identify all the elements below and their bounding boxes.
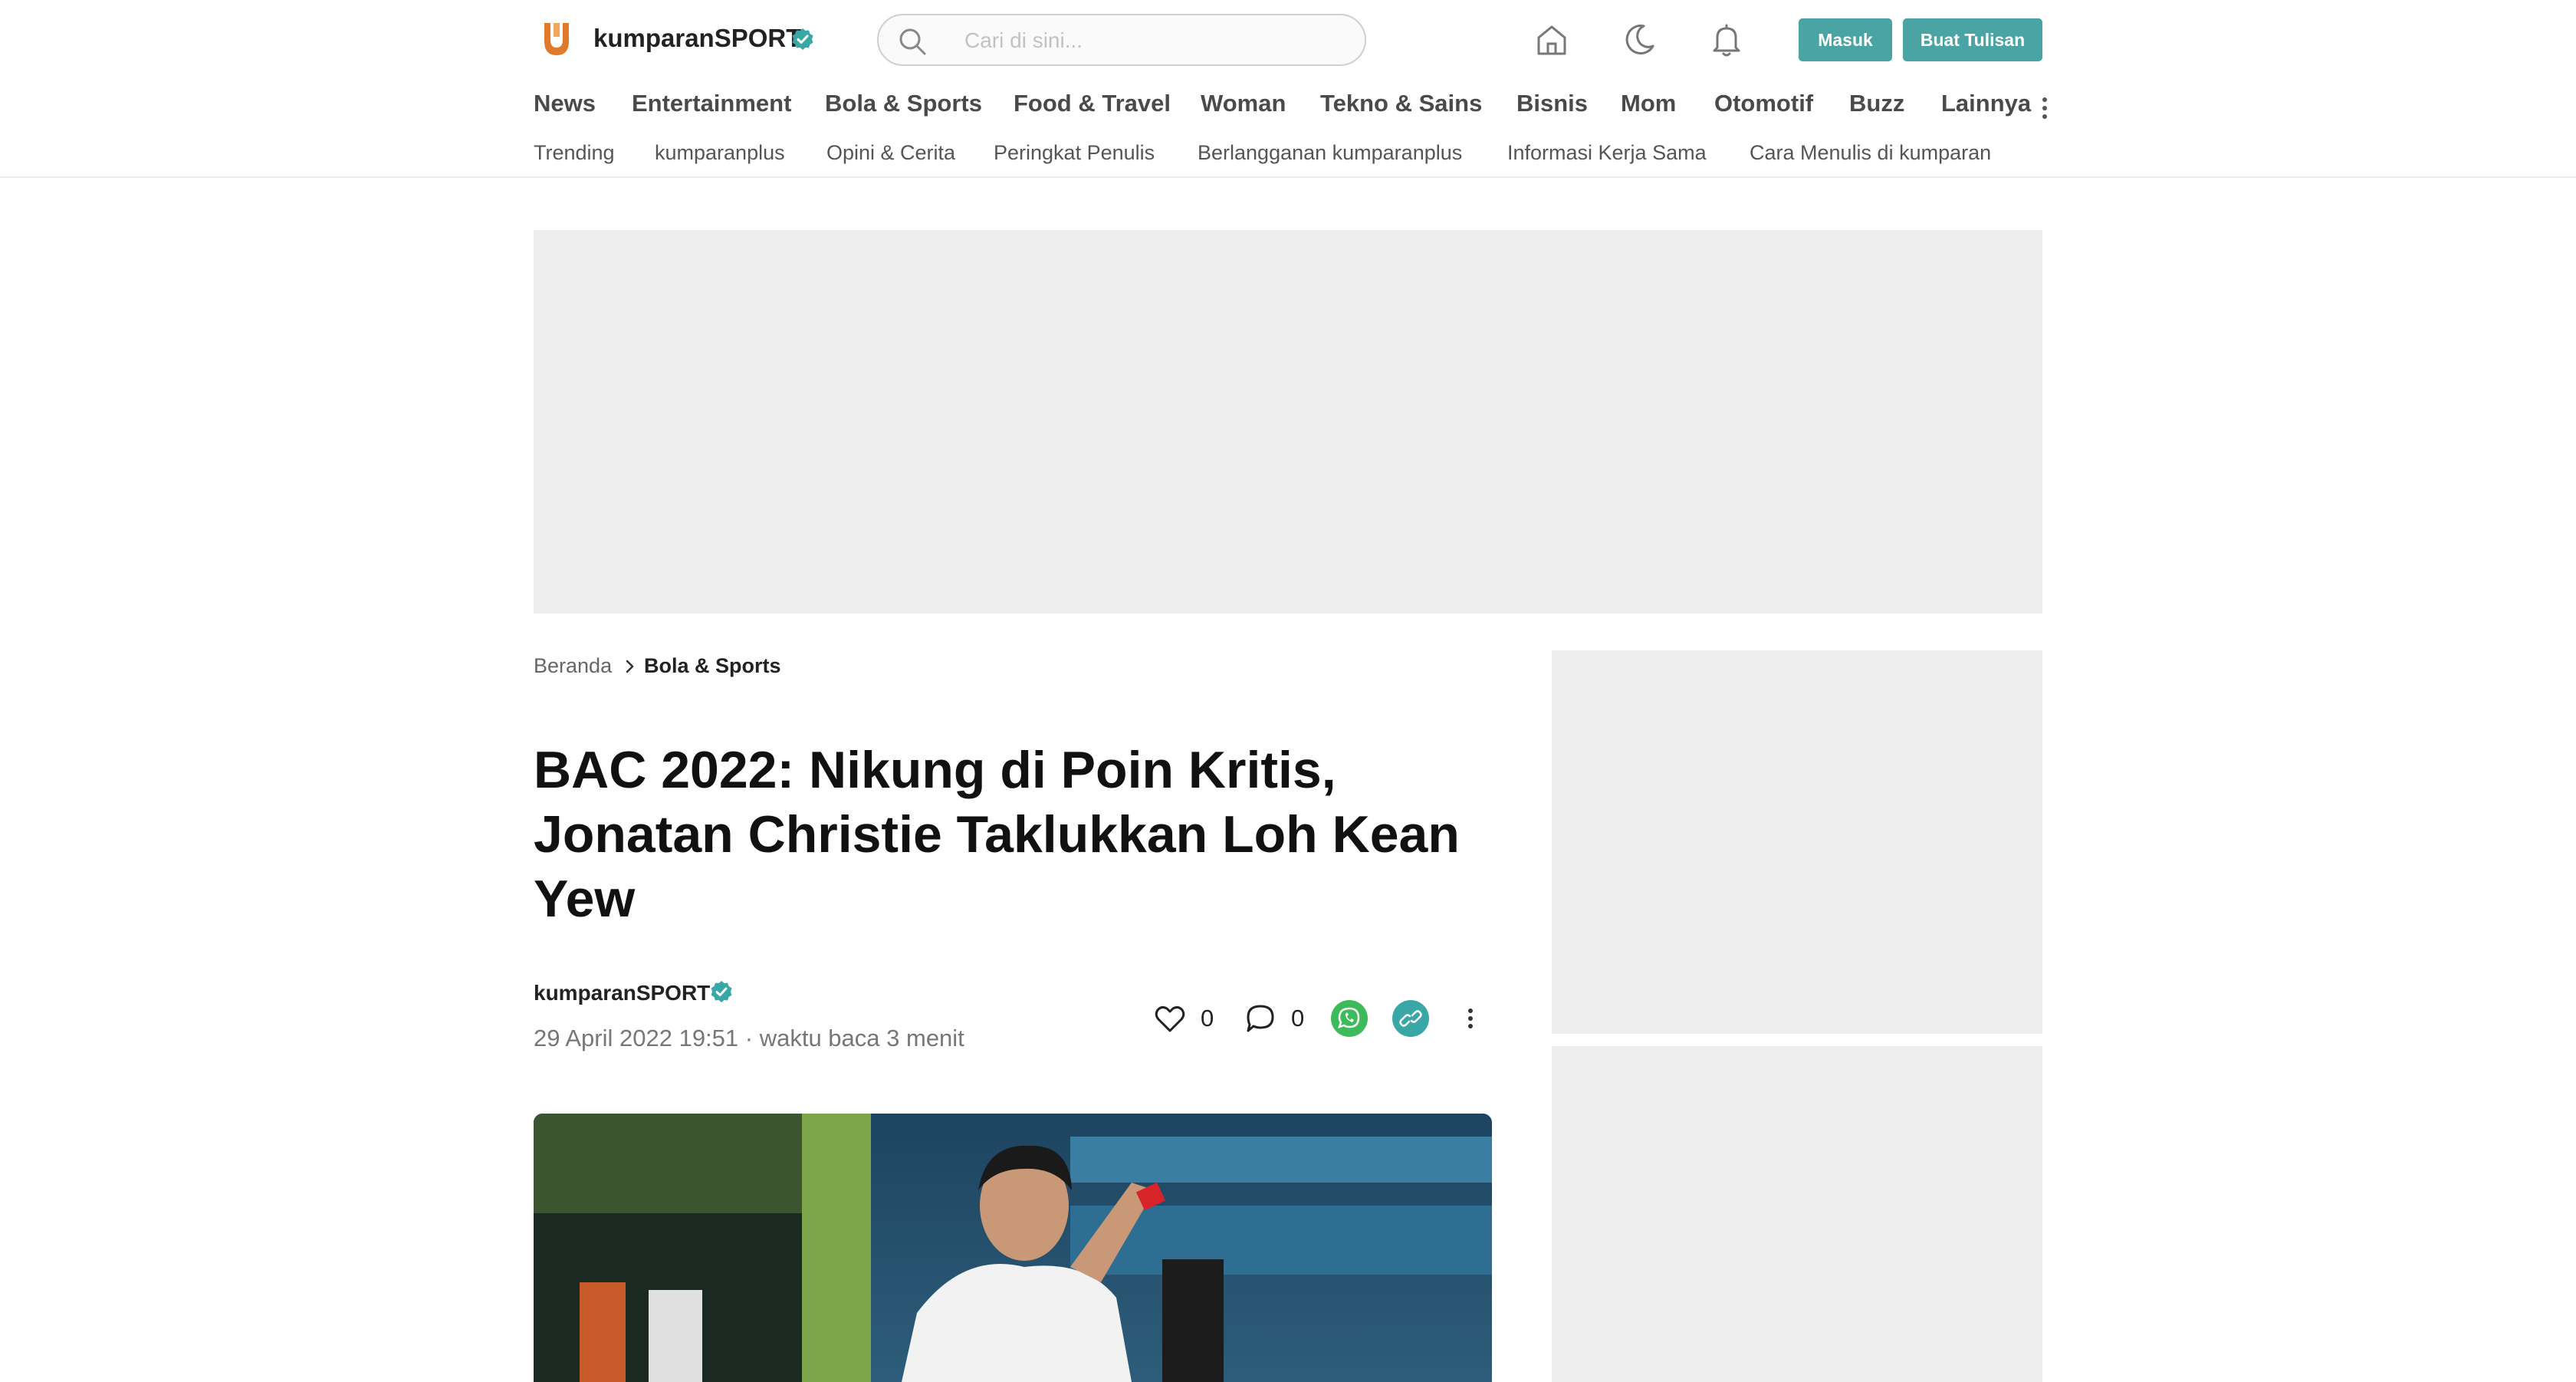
top-bar: kumparanSPORT Masuk Buat Tulisan (534, 14, 2042, 66)
dark-mode-moon-icon[interactable] (1621, 21, 1658, 58)
nav-item-mom[interactable]: Mom (1621, 86, 1676, 121)
hero-photo-illustration (534, 1114, 1492, 1382)
breadcrumb-current[interactable]: Bola & Sports (644, 652, 781, 679)
nav-item-bola-sports[interactable]: Bola & Sports (825, 86, 982, 121)
subnav-trending[interactable]: Trending (534, 138, 615, 167)
article-meta: 29 April 2022 19:51 · waktu baca 3 menit (534, 1025, 964, 1051)
like-count: 0 (1201, 1005, 1214, 1032)
like-heart-icon[interactable] (1153, 1002, 1187, 1035)
sidebar-ad-1 (1552, 650, 2042, 1034)
nav-item-tekno-sains[interactable]: Tekno & Sains (1320, 86, 1482, 121)
search-input[interactable] (964, 25, 1348, 57)
article-actions: 0 0 (1150, 997, 1492, 1040)
search-icon[interactable] (897, 26, 928, 57)
nav-item-bisnis[interactable]: Bisnis (1516, 86, 1588, 121)
subnav-informasi-kerja-sama[interactable]: Informasi Kerja Sama (1507, 138, 1707, 167)
subnav-peringkat-penulis[interactable]: Peringkat Penulis (994, 138, 1155, 167)
top-ad-banner (534, 230, 2042, 614)
site-header: kumparanSPORT Masuk Buat Tulisan (0, 0, 2576, 178)
nav-item-woman[interactable]: Woman (1201, 86, 1286, 121)
home-icon[interactable] (1533, 21, 1570, 58)
more-vertical-icon[interactable] (2041, 97, 2049, 120)
search-bar[interactable] (877, 14, 1366, 66)
nav-item-food-travel[interactable]: Food & Travel (1014, 86, 1171, 121)
comment-icon[interactable] (1244, 1002, 1277, 1035)
notification-bell-icon[interactable] (1708, 21, 1745, 58)
nav-item-entertainment[interactable]: Entertainment (632, 86, 791, 121)
whatsapp-share-icon[interactable] (1331, 1000, 1368, 1037)
subnav-kumparanplus[interactable]: kumparanplus (655, 138, 785, 167)
author-verified-icon (711, 981, 732, 1002)
copy-link-icon[interactable] (1392, 1000, 1429, 1037)
article-title: BAC 2022: Nikung di Poin Kritis, Jonatan… (534, 741, 1460, 928)
sidebar-ad-2 (1552, 1046, 2042, 1382)
subnav-berlangganan[interactable]: Berlangganan kumparanplus (1198, 138, 1462, 167)
kumparan-logo[interactable] (541, 20, 572, 58)
nav-item-otomotif[interactable]: Otomotif (1714, 86, 1813, 121)
verified-badge-icon (792, 28, 813, 50)
nav-item-lainnya[interactable]: Lainnya (1941, 86, 2031, 121)
breadcrumb-home[interactable]: Beranda (534, 652, 612, 679)
chevron-right-icon (626, 660, 634, 673)
more-options-icon[interactable] (1464, 1002, 1477, 1035)
login-button[interactable]: Masuk (1799, 18, 1892, 61)
author-name[interactable]: kumparanSPORT (534, 980, 710, 1006)
nav-item-news[interactable]: News (534, 86, 596, 121)
brand-name[interactable]: kumparanSPORT (593, 23, 801, 54)
subnav-cara-menulis[interactable]: Cara Menulis di kumparan (1750, 138, 1991, 167)
hero-photo-badminton[interactable] (534, 1114, 1492, 1382)
nav-item-buzz[interactable]: Buzz (1849, 86, 1904, 121)
write-article-button[interactable]: Buat Tulisan (1903, 18, 2042, 61)
comment-count: 0 (1291, 1005, 1305, 1032)
subnav-opini-cerita[interactable]: Opini & Cerita (826, 138, 955, 167)
